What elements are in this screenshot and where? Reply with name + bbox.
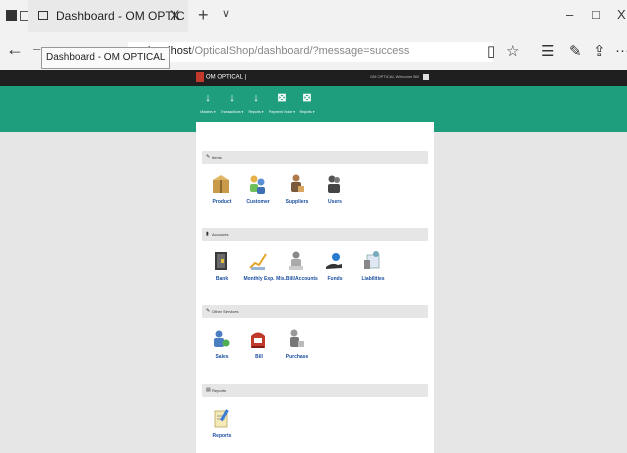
address-bar-row: ← – localhost/OpticalShop/dashboard/?mes… <box>0 32 627 71</box>
minimize-button[interactable]: – <box>566 7 573 22</box>
tile-users[interactable]: Users <box>314 169 356 211</box>
tile-bill[interactable]: Bill <box>238 324 280 366</box>
tile-bank[interactable]: Bank <box>201 246 243 288</box>
tile-label: Sales <box>215 354 229 360</box>
tab-title: Dashboard - OM OPTIC <box>56 9 185 23</box>
users-icon <box>328 175 340 193</box>
pencil-icon: ✎ <box>206 308 211 314</box>
page-icon <box>38 11 48 20</box>
new-tab-button[interactable]: + <box>198 5 209 26</box>
forward-button[interactable]: – <box>33 41 40 56</box>
liabilities-icon <box>364 251 380 269</box>
close-window-button[interactable]: X <box>617 7 626 22</box>
section-header-items: ✎ Items <box>202 151 428 164</box>
tile-reports[interactable]: Reports <box>201 403 243 445</box>
tile-customer[interactable]: Customer <box>237 169 279 211</box>
supplier-icon <box>291 174 304 192</box>
user-avatar-icon <box>422 74 429 80</box>
bank-vault-icon <box>215 252 227 270</box>
reading-view-icon[interactable]: ▯ <box>487 42 495 60</box>
accounts-person-icon <box>289 251 303 270</box>
tile-label: Mis.Bill/Accounts <box>276 276 318 282</box>
bill-icon <box>251 332 265 348</box>
share-icon[interactable]: ⇪ <box>593 42 606 60</box>
tile-label: Monthly Exp. <box>243 276 275 282</box>
set-aside-tabs-icon[interactable] <box>6 10 17 21</box>
tile-label: Reports <box>212 433 232 439</box>
tile-label: Liabilities <box>361 276 385 282</box>
app-top-bar: OM OPTICAL | OM OPTICAL Welcome Bill <box>0 70 627 86</box>
url-field[interactable]: localhost/OpticalShop/dashboard/?message… <box>128 42 493 62</box>
reports-notepad-icon <box>214 409 229 428</box>
close-tab-icon[interactable]: X <box>170 7 179 23</box>
sales-icon <box>214 330 230 347</box>
favorite-star-icon[interactable]: ☆ <box>506 42 519 60</box>
tile-label: Customer <box>246 199 270 205</box>
browser-tab[interactable]: Dashboard - OM OPTIC X <box>28 0 188 32</box>
tab-list-chevron-icon[interactable]: ∨ <box>222 7 230 20</box>
section-header-reports: ▤ Reports <box>202 384 428 397</box>
nav-reports-2[interactable]: ⊠ Reports ▾ <box>292 92 322 114</box>
web-note-icon[interactable]: ✎ <box>569 42 582 60</box>
tile-label: Purchase <box>285 354 309 360</box>
user-welcome[interactable]: OM OPTICAL Welcome Bill <box>370 74 429 80</box>
report-icon: ▤ <box>206 387 211 393</box>
tile-sales[interactable]: Sales <box>201 324 243 366</box>
pencil-icon: ✎ <box>206 154 211 160</box>
tile-label: Funds <box>327 276 343 282</box>
tile-label: Bank <box>215 276 229 282</box>
tile-funds[interactable]: Funds <box>314 246 356 288</box>
app-brand[interactable]: OM OPTICAL | <box>196 72 246 82</box>
favorites-hub-icon[interactable]: ☰ <box>541 42 554 60</box>
tile-liabilities[interactable]: Liabilities <box>352 246 394 288</box>
customer-people-icon <box>250 175 265 194</box>
section-header-other-services: ✎ Other Services <box>202 305 428 318</box>
tile-label: Users <box>328 199 342 205</box>
tile-suppliers[interactable]: Suppliers <box>276 169 318 211</box>
expense-chart-icon <box>249 253 267 270</box>
purchase-icon <box>290 329 304 347</box>
section-title: Accounts <box>212 232 229 237</box>
browser-tab-bar: Dashboard - OM OPTIC X + ∨ – □ X <box>0 0 627 32</box>
funds-hand-icon <box>326 253 342 269</box>
back-button[interactable]: ← <box>6 39 24 60</box>
tile-monthly-exp[interactable]: Monthly Exp. <box>238 246 280 288</box>
brand-logo-icon <box>196 72 204 82</box>
section-title: Items <box>212 155 222 160</box>
section-title: Reports <box>212 388 227 393</box>
tile-purchase[interactable]: Purchase <box>276 324 318 366</box>
nav-label: Reports ▾ <box>299 110 315 114</box>
url-text: localhost/OpticalShop/dashboard/?message… <box>148 45 410 57</box>
maximize-button[interactable]: □ <box>592 7 600 22</box>
tile-label: Suppliers <box>285 199 309 205</box>
box-icon: ⊠ <box>302 92 312 104</box>
tile-mis-bill-accounts[interactable]: Mis.Bill/Accounts <box>276 246 318 288</box>
more-menu-icon[interactable]: ··· <box>615 42 627 59</box>
tab-tooltip: Dashboard - OM OPTICAL <box>41 47 171 69</box>
dashboard-panel: ✎ Items Product Customer Suppliers Users… <box>196 122 434 453</box>
chart-icon: ▮ <box>206 231 209 237</box>
web-page: OM OPTICAL | OM OPTICAL Welcome Bill ↓ M… <box>0 70 627 453</box>
product-box-icon <box>213 175 229 193</box>
section-title: Other Services <box>212 309 239 314</box>
section-header-accounts: ▮ Accounts <box>202 228 428 241</box>
tile-label: Bill <box>255 354 263 360</box>
